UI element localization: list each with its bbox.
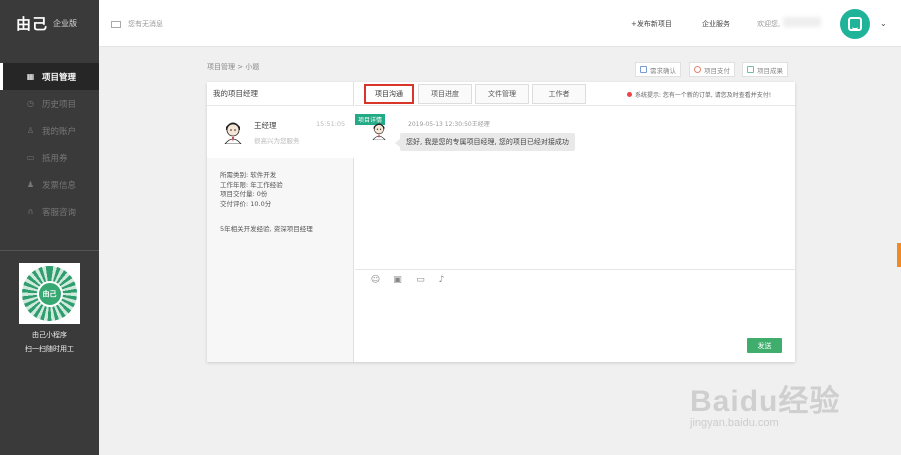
- project-panel: 我的项目经理 王经理 15:51:05 很高兴为您服务 所需类别: 软件开发 工…: [207, 82, 795, 362]
- watermark-cn: 经验: [778, 385, 841, 418]
- chat-bubble: 您好, 我是您的专属项目经理, 您的项目已经对接成功: [395, 133, 575, 151]
- sidebar-item-label: 我的账户: [42, 126, 77, 137]
- invoice-icon: ♟: [26, 180, 35, 189]
- image-icon[interactable]: ▣: [392, 274, 403, 285]
- headset-icon: ∩: [27, 207, 34, 216]
- button-label: 项目成果: [757, 66, 783, 75]
- sidebar-item-coupon[interactable]: ▭ 抵用券: [0, 144, 99, 171]
- manager-info: 所需类别: 软件开发 工作年限: 年工作经验 项目交付量: 0份 交付评价: 1…: [220, 171, 283, 209]
- sidebar-nav: ▦ 项目管理 ◷ 历史项目 ♙ 我的账户 ▭ 抵用券 ♟ 发票信息 ∩ 客服咨询: [0, 63, 99, 225]
- manager-avatar-icon: [372, 123, 386, 140]
- manager-card[interactable]: 王经理 15:51:05 很高兴为您服务: [207, 106, 354, 158]
- project-payment-button[interactable]: 项目支付: [689, 62, 735, 77]
- qr-caption-title: 由己小程序: [32, 331, 67, 339]
- clipboard-icon: [640, 66, 647, 73]
- user-face-icon: [848, 17, 862, 31]
- chevron-down-icon[interactable]: ⌄: [880, 19, 887, 28]
- tab-communication[interactable]: 项目沟通: [364, 84, 414, 104]
- tab-workers[interactable]: 工作者: [532, 84, 586, 104]
- sidebar-item-label: 抵用券: [42, 153, 68, 164]
- side-float-tab[interactable]: [897, 243, 901, 267]
- info-years: 工作年限: 年工作经验: [220, 180, 283, 189]
- message-meta: 2019-05-13 12:30:50王经理: [408, 121, 490, 128]
- watermark-main: Bai: [690, 385, 740, 418]
- qr-caption-subtitle: 扫一扫随时用工: [25, 345, 74, 353]
- sidebar-item-support[interactable]: ∩ 客服咨询: [0, 198, 99, 225]
- sidebar-item-history[interactable]: ◷ 历史项目: [0, 90, 99, 117]
- system-notice: 系统提示: 您有一个新的订单, 请您及时查看并支付!: [627, 90, 771, 99]
- notice-text: 系统提示: 您有一个新的订单, 请您及时查看并支付!: [635, 92, 772, 99]
- result-icon: [747, 66, 754, 73]
- tab-bar: 项目沟通 项目进度 文件管理 工作者 系统提示: 您有一个新的订单, 请您及时查…: [355, 82, 795, 106]
- sidebar: 由己 企业版 ▦ 项目管理 ◷ 历史项目 ♙ 我的账户 ▭ 抵用券 ♟ 发票信息…: [0, 0, 99, 455]
- account-icon: ♙: [26, 126, 35, 135]
- sidebar-item-label: 历史项目: [42, 99, 77, 110]
- enterprise-service-link[interactable]: 企业服务: [702, 19, 730, 29]
- payment-icon: [694, 66, 701, 73]
- emoji-icon[interactable]: ☺: [370, 274, 381, 285]
- sidebar-item-project-management[interactable]: ▦ 项目管理: [0, 63, 99, 90]
- welcome-text: 欢迎您,: [757, 20, 781, 28]
- send-button[interactable]: 发送: [747, 338, 782, 353]
- history-icon: ◷: [27, 99, 34, 108]
- breadcrumb: 项目管理 > 小题: [207, 63, 260, 71]
- mic-icon[interactable]: ♪: [436, 274, 447, 285]
- grid-icon: ▦: [26, 72, 35, 81]
- communication-column: 项目沟通 项目进度 文件管理 工作者 系统提示: 您有一个新的订单, 请您及时查…: [355, 82, 795, 362]
- info-rating: 交付评价: 10.0分: [220, 199, 272, 208]
- qr-logo: 由己: [36, 280, 63, 307]
- manager-subtitle: 很高兴为您服务: [254, 137, 300, 145]
- alert-icon: [627, 92, 632, 97]
- manager-name: 王经理: [254, 121, 277, 130]
- manager-avatar-icon: [224, 122, 242, 144]
- sidebar-item-label: 项目管理: [42, 72, 77, 83]
- tab-files[interactable]: 文件管理: [475, 84, 529, 104]
- manager-time: 15:51:05: [316, 120, 346, 128]
- edition-label: 企业版: [53, 19, 78, 28]
- message-notice[interactable]: 您有无消息: [111, 19, 163, 29]
- folder-icon[interactable]: ▭: [415, 274, 426, 285]
- baidu-jingyan-watermark: Baidu经验 jingyan.baidu.com: [690, 376, 870, 436]
- username-redacted: [783, 17, 821, 27]
- top-bar: 您有无消息 +发布新项目 企业服务 欢迎您, ⌄: [99, 0, 901, 47]
- publish-project-link[interactable]: +发布新项目: [631, 19, 672, 29]
- sidebar-item-label: 发票信息: [42, 180, 77, 191]
- avatar[interactable]: [840, 9, 870, 39]
- manager-column: 我的项目经理 王经理 15:51:05 很高兴为您服务 所需类别: 软件开发 工…: [207, 82, 354, 362]
- message-text: 您有无消息: [128, 20, 163, 28]
- button-label: 项目支付: [704, 66, 730, 75]
- project-result-button[interactable]: 项目成果: [742, 62, 788, 77]
- coupon-icon: ▭: [26, 153, 35, 162]
- manager-bio: 5年相关开发经验, 资深项目经理: [220, 225, 313, 233]
- logo-text: 由己: [16, 15, 49, 33]
- sidebar-divider: [0, 250, 99, 251]
- info-category: 所需类别: 软件开发: [220, 171, 277, 179]
- info-delivered: 项目交付量: 0份: [220, 190, 268, 198]
- tab-progress[interactable]: 项目进度: [418, 84, 472, 104]
- manager-column-title: 我的项目经理: [207, 82, 353, 106]
- watermark-main2: du: [739, 385, 779, 418]
- mail-icon: [111, 20, 121, 28]
- composer-divider: [355, 269, 795, 270]
- sidebar-item-account[interactable]: ♙ 我的账户: [0, 117, 99, 144]
- requirement-confirm-button[interactable]: 需求确认: [635, 62, 681, 77]
- logo[interactable]: 由己 企业版: [0, 0, 99, 47]
- mini-program-qr-code: 由己: [19, 263, 80, 324]
- button-label: 需求确认: [650, 66, 676, 75]
- sidebar-item-invoice[interactable]: ♟ 发票信息: [0, 171, 99, 198]
- sidebar-item-label: 客服咨询: [42, 207, 77, 218]
